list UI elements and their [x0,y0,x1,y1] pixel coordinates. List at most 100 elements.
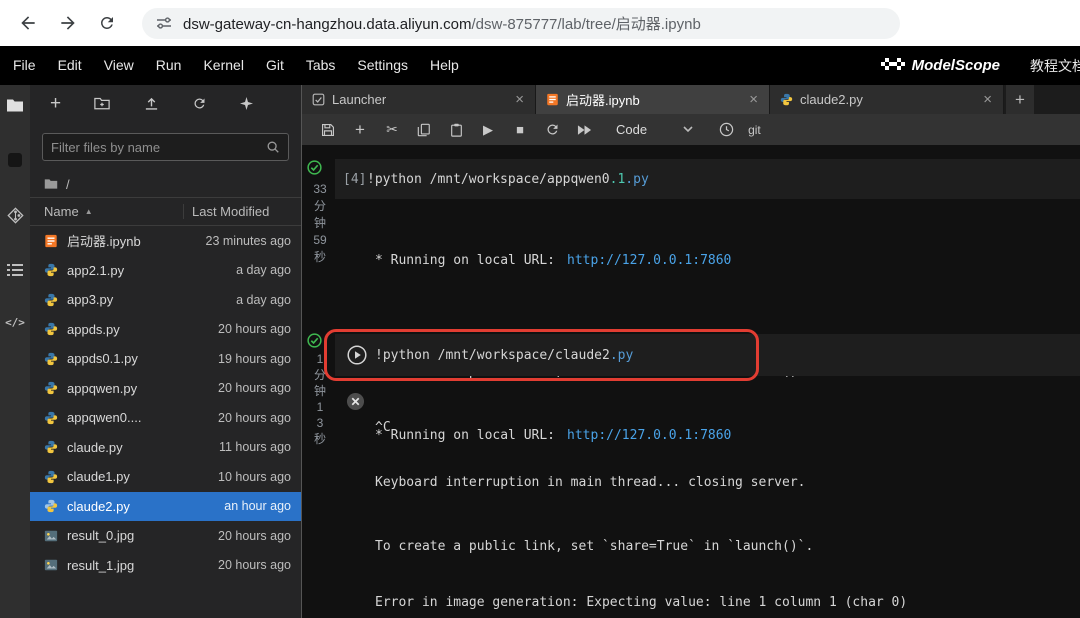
code-number: .1 [609,171,626,187]
folder-icon[interactable] [44,178,58,190]
sort-by-modified[interactable]: Last Modified [183,204,301,219]
url-text: dsw-gateway-cn-hangzhou.data.aliyun.com/… [183,13,701,34]
add-cell-icon[interactable]: + [344,120,376,140]
clock-icon[interactable] [719,122,734,137]
file-row-selected[interactable]: claude2.py an hour ago [30,491,301,521]
file-row[interactable]: app3.py a day ago [30,285,301,315]
back-icon[interactable] [18,13,38,33]
cell-success-check-icon [307,160,322,175]
file-name: appds0.1.py [67,351,138,367]
menu-tabs[interactable]: Tabs [295,46,347,85]
tab-claude2[interactable]: claude2.py × [770,85,1004,114]
file-name: 启动器.ipynb [67,234,141,250]
python-file-icon [44,263,59,278]
tab-launcher[interactable]: Launcher × [302,85,536,114]
save-icon[interactable] [312,123,344,137]
reload-icon[interactable] [98,14,116,32]
cell-type-dropdown[interactable]: Code [616,122,693,137]
new-tab-icon[interactable]: + [1006,85,1034,114]
restart-kernel-icon[interactable] [536,122,568,137]
sort-by-name[interactable]: Name ▲ [30,204,183,219]
code-cell-input[interactable]: [4] !python /mnt/workspace/appqwen0.1.py [335,159,1080,199]
file-row[interactable]: claude1.py 10 hours ago [30,462,301,492]
notebook-toolbar: + ✂ ▶ ■ Code git [302,114,1080,145]
upload-icon[interactable] [144,96,159,111]
file-filter-input[interactable] [51,139,266,155]
code-cell-input[interactable]: !python /mnt/workspace/claude2.py [335,334,1080,376]
extension-manager-icon[interactable]: </> [5,316,25,329]
forward-icon[interactable] [58,13,78,33]
cell-output: * Running on local URL: http://127.0.0.1:… [375,390,907,618]
file-browser-icon[interactable] [6,98,24,113]
tab-notebook[interactable]: 启动器.ipynb × [536,85,770,114]
output-url-link[interactable]: http://127.0.0.1:7860 [567,428,731,443]
file-row[interactable]: appqwen.py 20 hours ago [30,374,301,404]
file-row[interactable]: appqwen0.... 20 hours ago [30,403,301,433]
file-name: result_1.jpg [67,557,135,573]
modelscope-label: ModelScope [911,57,1000,74]
file-row[interactable]: result_1.jpg 20 hours ago [30,551,301,581]
run-cell-button[interactable] [347,345,367,365]
url-path: /dsw-875777/lab/tree/启动器.ipynb [471,15,701,33]
menu-git[interactable]: Git [255,46,295,85]
menu-edit[interactable]: Edit [47,46,93,85]
menu-kernel[interactable]: Kernel [192,46,254,85]
file-listing: 启动器.ipynb 23 minutes ago app2.1.py a day… [30,226,301,618]
breadcrumb-root[interactable]: / [66,177,70,192]
modelscope-brand[interactable]: ModelScope [880,57,1000,75]
file-name: claude.py [67,439,123,455]
python-icon [780,93,793,106]
output-text: * Running on local URL: [375,253,556,268]
menu-settings[interactable]: Settings [346,46,419,85]
menu-run[interactable]: Run [145,46,193,85]
file-row[interactable]: appds.py 20 hours ago [30,315,301,345]
refresh-files-icon[interactable] [192,96,207,111]
restart-run-all-icon[interactable] [568,124,600,136]
close-icon[interactable]: × [980,91,995,108]
table-of-contents-icon[interactable] [7,263,23,277]
new-launcher-icon[interactable]: + [50,94,61,113]
listing-header: Name ▲ Last Modified [30,197,301,226]
exec-line: 59 [313,233,327,247]
file-modified: a day ago [236,292,291,307]
copy-cell-icon[interactable] [408,123,440,137]
notebook-icon [546,93,559,106]
menu-file[interactable]: File [2,46,47,85]
close-icon[interactable]: × [512,91,527,108]
output-url-link[interactable]: http://127.0.0.1:7860 [567,253,731,268]
exec-line: 分 [313,199,326,213]
notebook-file-icon [44,233,59,248]
run-cell-icon[interactable]: ▶ [472,122,504,138]
menu-view[interactable]: View [93,46,145,85]
close-icon[interactable]: × [746,91,761,108]
file-name: app3.py [67,292,114,308]
python-file-icon [44,292,59,307]
git-status-label[interactable]: git [748,123,761,137]
stop-kernel-icon[interactable]: ■ [504,122,536,137]
file-name: appqwen.py [67,380,138,396]
cut-cell-icon[interactable]: ✂ [376,121,408,138]
menu-help[interactable]: Help [419,46,470,85]
file-row[interactable]: claude.py 11 hours ago [30,433,301,463]
file-row[interactable]: appds0.1.py 19 hours ago [30,344,301,374]
running-sessions-icon[interactable] [7,152,23,168]
tab-bar: Launcher × 启动器.ipynb × claude2.py × + [302,85,1080,114]
paste-cell-icon[interactable] [440,123,472,137]
docs-link[interactable]: 教程文档 [1030,56,1080,76]
file-row[interactable]: app2.1.py a day ago [30,256,301,286]
file-row[interactable]: result_0.jpg 20 hours ago [30,521,301,551]
code-ext: .py [609,347,634,363]
launcher-icon [312,93,325,106]
chevron-down-icon [683,126,693,133]
execution-count: [4] [343,171,367,187]
output-blank-line [375,483,907,502]
image-file-icon [44,558,59,573]
git-sidebar-icon[interactable] [6,207,24,224]
exec-line: 秒 [313,432,326,446]
cell-type-value: Code [616,122,648,137]
file-row[interactable]: 启动器.ipynb 23 minutes ago [30,226,301,256]
sparkle-icon[interactable] [239,96,253,110]
new-folder-icon[interactable] [94,96,111,110]
address-bar[interactable]: dsw-gateway-cn-hangzhou.data.aliyun.com/… [142,7,900,39]
site-settings-icon[interactable] [156,15,172,31]
